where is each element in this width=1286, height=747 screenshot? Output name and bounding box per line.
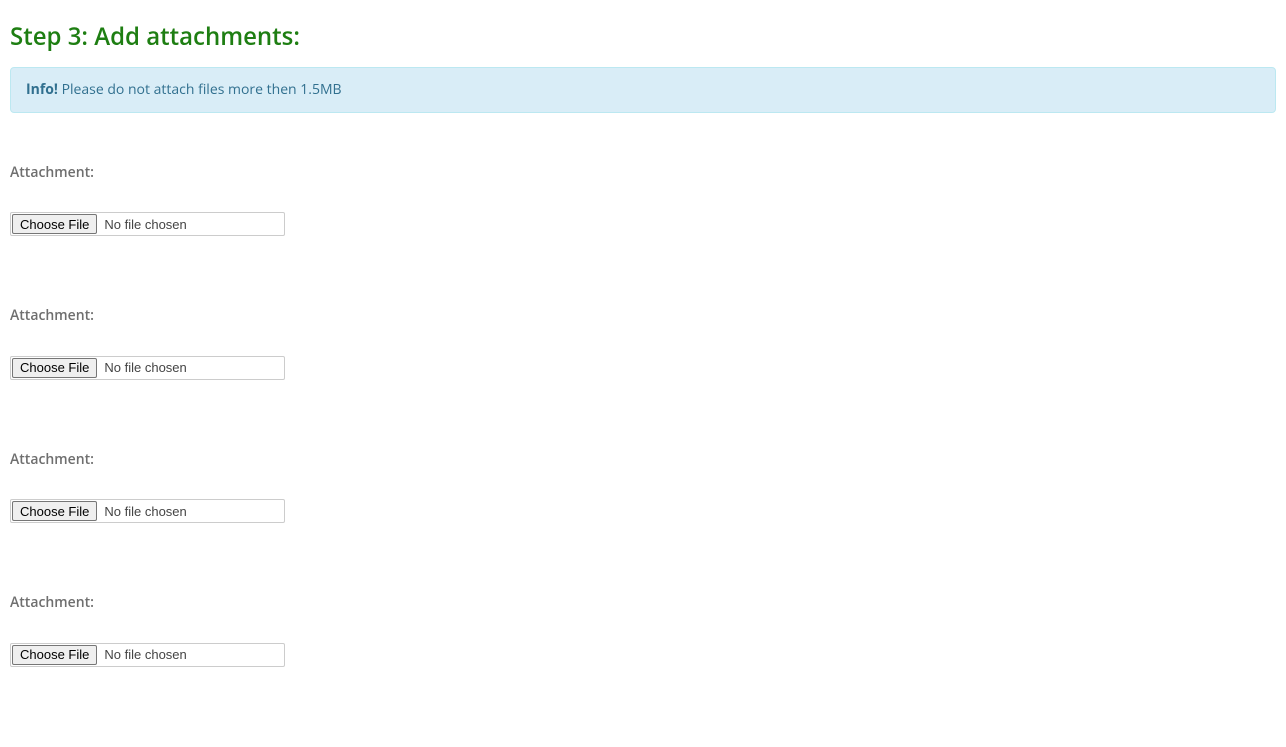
file-status-text: No file chosen [98,357,284,379]
attachment-label: Attachment: [10,163,1276,182]
attachment-group-3: Attachment: Choose File No file chosen [10,450,1276,524]
choose-file-button[interactable]: Choose File [12,358,97,378]
file-input[interactable]: Choose File No file chosen [10,356,285,380]
info-alert: Info! Please do not attach files more th… [10,67,1276,113]
step-heading: Step 3: Add attachments: [10,20,1276,53]
file-status-text: No file chosen [98,500,284,522]
file-status-text: No file chosen [98,644,284,666]
file-input[interactable]: Choose File No file chosen [10,499,285,523]
info-alert-text: Please do not attach files more then 1.5… [58,80,342,99]
choose-file-button[interactable]: Choose File [12,501,97,521]
choose-file-button[interactable]: Choose File [12,645,97,665]
attachment-label: Attachment: [10,450,1276,469]
attachment-group-4: Attachment: Choose File No file chosen [10,593,1276,667]
attachment-label: Attachment: [10,306,1276,325]
file-status-text: No file chosen [98,213,284,235]
attachment-group-2: Attachment: Choose File No file chosen [10,306,1276,380]
file-input[interactable]: Choose File No file chosen [10,643,285,667]
attachment-label: Attachment: [10,593,1276,612]
attachment-group-1: Attachment: Choose File No file chosen [10,163,1276,237]
info-alert-strong: Info! [26,80,58,99]
file-input[interactable]: Choose File No file chosen [10,212,285,236]
choose-file-button[interactable]: Choose File [12,214,97,234]
